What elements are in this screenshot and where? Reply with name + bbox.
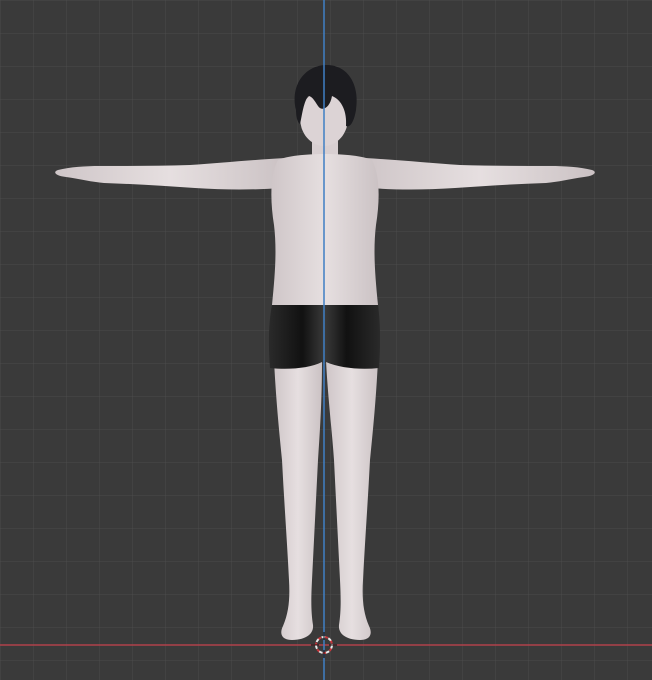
torso bbox=[271, 154, 379, 305]
viewport-canvas[interactable] bbox=[0, 0, 652, 680]
3d-viewport[interactable] bbox=[0, 0, 652, 680]
